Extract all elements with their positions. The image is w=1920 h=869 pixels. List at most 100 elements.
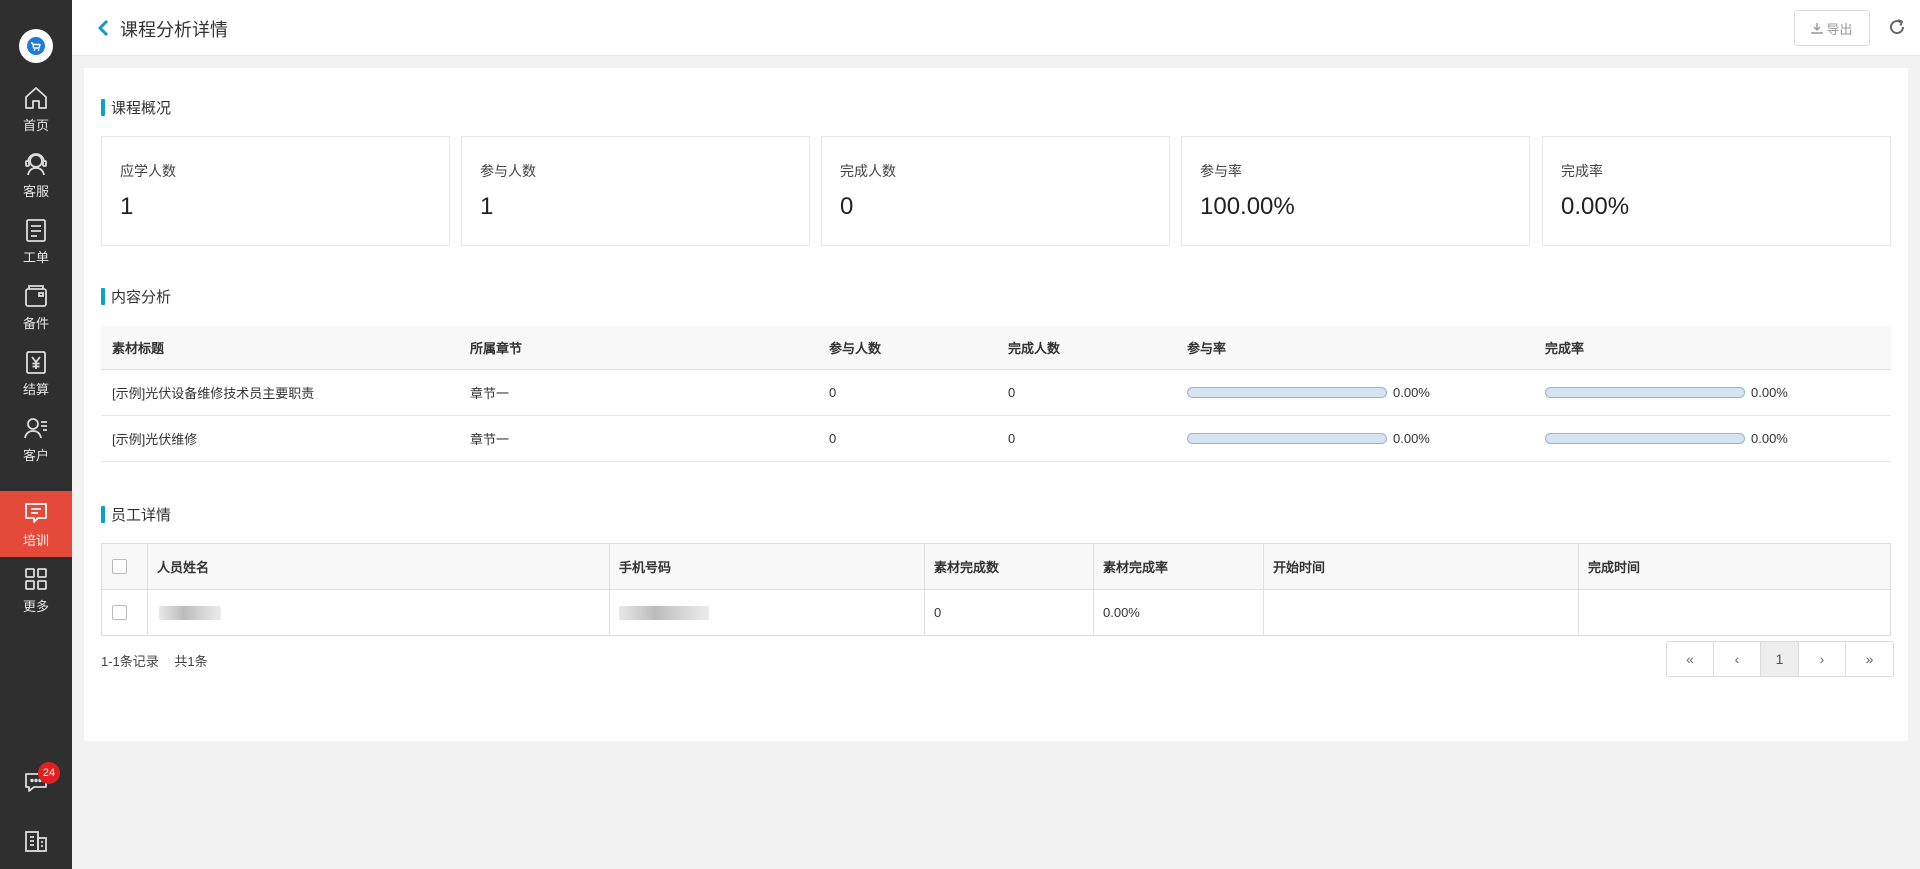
cart-logo-icon	[27, 37, 45, 55]
stat-label: 参与人数	[480, 163, 536, 179]
section-title-overview: 课程概况	[101, 97, 171, 118]
sidebar-item-training[interactable]: 培训	[0, 491, 72, 557]
message-count-badge: 24	[38, 762, 60, 784]
row-checkbox[interactable]	[112, 605, 127, 620]
contacts-icon	[24, 418, 47, 439]
home-icon	[25, 87, 47, 109]
sidebar-item-more[interactable]: 更多	[0, 557, 72, 623]
sidebar-item-customer[interactable]: 客户	[0, 406, 72, 472]
pagination: « ‹ 1 › »	[1666, 641, 1894, 677]
chapter: 章节一	[470, 386, 510, 401]
directory-button[interactable]	[0, 812, 72, 869]
participation-progress-bar	[1187, 433, 1387, 444]
table-row: 0 0.00%	[102, 590, 1890, 635]
phone-number	[610, 590, 925, 635]
participation-rate: 0.00%	[1187, 370, 1430, 415]
sidebar-item-service[interactable]: 客服	[0, 142, 72, 208]
record-info: 1-1条记录 共1条	[101, 651, 208, 670]
redacted-phone	[619, 605, 709, 620]
sidebar-item-label: 客服	[22, 184, 49, 199]
column-header: 参与率	[1187, 341, 1227, 356]
page-number-button[interactable]: 1	[1761, 642, 1799, 676]
record-range: 1-1条记录	[101, 654, 159, 669]
completion-rate: 0.00%	[1545, 370, 1788, 415]
building-icon	[25, 831, 47, 852]
participants: 0	[829, 431, 837, 446]
completed: 0	[1008, 431, 1016, 446]
box-icon	[25, 285, 47, 307]
employee-name	[148, 590, 610, 635]
column-header: 参与人数	[829, 341, 882, 356]
table-header-row: 人员姓名 手机号码 素材完成数 素材完成率 开始时间 完成时间	[102, 544, 1890, 590]
stat-label: 参与率	[1200, 163, 1242, 179]
stat-value: 100.00%	[1200, 193, 1295, 220]
refresh-icon[interactable]	[1888, 18, 1906, 36]
content-panel: 课程概况 应学人数 1 参与人数 1 完成人数 0 参与率 100.00% 完成…	[84, 68, 1908, 741]
participation-progress-bar	[1187, 387, 1387, 398]
completion-rate: 0.00%	[1545, 416, 1788, 461]
end-time	[1579, 590, 1890, 635]
material-title: [示例]光伏设备维修技术员主要职责	[112, 386, 315, 401]
sidebar-item-label: 首页	[22, 118, 49, 133]
participation-rate-text: 0.00%	[1393, 385, 1430, 400]
download-icon	[1811, 23, 1824, 34]
last-page-button[interactable]: »	[1846, 642, 1893, 676]
sidebar-item-label: 结算	[22, 382, 49, 397]
participants: 0	[829, 385, 837, 400]
column-header: 素材完成率	[1094, 544, 1264, 589]
sidebar-item-settlement[interactable]: 结算	[0, 340, 72, 406]
completion-rate-text: 0.00%	[1751, 385, 1788, 400]
sidebar-item-home[interactable]: 首页	[0, 76, 72, 142]
stat-card-completion-rate: 完成率 0.00%	[1542, 136, 1891, 246]
column-header: 手机号码	[610, 544, 925, 589]
stat-card-required: 应学人数 1	[101, 136, 450, 246]
grid-icon	[25, 568, 47, 590]
participation-rate-text: 0.00%	[1393, 431, 1430, 446]
prev-page-button[interactable]: ‹	[1714, 642, 1761, 676]
stat-value: 0	[840, 193, 854, 220]
first-page-button[interactable]: «	[1667, 642, 1714, 676]
record-total: 共1条	[174, 654, 208, 669]
stat-card-completed: 完成人数 0	[821, 136, 1170, 246]
redacted-name	[159, 605, 221, 620]
back-arrow-icon[interactable]	[96, 18, 112, 38]
row-select-cell	[102, 590, 148, 635]
content-analysis-table: 素材标题 所属章节 参与人数 完成人数 参与率 完成率 [示例]光伏设备维修技术…	[101, 326, 1891, 462]
sidebar-item-workorder[interactable]: 工单	[0, 208, 72, 274]
export-button[interactable]: 导出	[1794, 10, 1870, 46]
column-header: 完成人数	[1008, 341, 1061, 356]
stat-value: 1	[480, 193, 494, 220]
column-header: 素材标题	[112, 341, 165, 356]
stat-label: 完成人数	[840, 163, 896, 179]
sidebar-item-parts[interactable]: 备件	[0, 274, 72, 340]
sidebar-item-label: 工单	[22, 250, 49, 265]
app-logo[interactable]	[19, 29, 53, 63]
yuan-icon	[26, 351, 46, 374]
completed: 0	[1008, 385, 1016, 400]
column-header: 人员姓名	[148, 544, 610, 589]
section-title-content: 内容分析	[101, 286, 171, 307]
stat-value: 0.00%	[1561, 193, 1630, 220]
select-all-checkbox[interactable]	[112, 559, 127, 574]
messages-button[interactable]	[0, 752, 72, 812]
material-completed-count: 0	[925, 590, 1094, 635]
column-header: 完成时间	[1588, 560, 1641, 575]
column-header: 所属章节	[470, 341, 523, 356]
next-page-button[interactable]: ›	[1799, 642, 1846, 676]
sidebar-item-label: 培训	[22, 533, 49, 548]
sidebar: 首页 客服 工单 备件 结算 客户 培训 更多 24	[0, 0, 72, 869]
stat-label: 应学人数	[120, 163, 176, 179]
employee-table: 人员姓名 手机号码 素材完成数 素材完成率 开始时间 完成时间 0 0.00%	[101, 543, 1891, 636]
column-header: 素材完成数	[925, 544, 1094, 589]
material-completion-rate: 0.00%	[1094, 590, 1264, 635]
stat-value: 1	[120, 193, 134, 220]
column-header: 开始时间	[1264, 544, 1579, 589]
column-header: 完成率	[1545, 341, 1585, 356]
page-title: 课程分析详情	[120, 20, 228, 40]
page-header: 课程分析详情 导出	[72, 0, 1920, 56]
participation-rate: 0.00%	[1187, 416, 1430, 461]
sidebar-item-label: 备件	[22, 316, 49, 331]
sidebar-item-label: 客户	[22, 448, 49, 463]
clipboard-icon	[26, 219, 46, 242]
table-row: [示例]光伏设备维修技术员主要职责 章节一 0 0 0.00% 0.00%	[101, 370, 1891, 416]
